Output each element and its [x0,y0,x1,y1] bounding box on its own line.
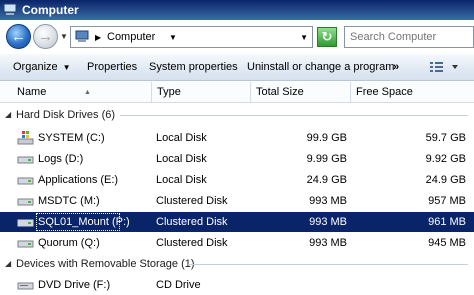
back-button[interactable]: ← [6,24,31,49]
drive-name: DVD Drive (F:) [38,279,111,291]
system-properties-button[interactable]: System properties [149,61,238,73]
drive-type: Local Disk [156,132,207,144]
drive-row[interactable]: MSDTC (M:) Clustered Disk 993 MB 957 MB [0,191,474,211]
drive-row[interactable]: Applications (E:) Local Disk 24.9 GB 24.… [0,170,474,190]
drive-free-space: 957 MB [428,195,466,207]
drive-free-space: 59.7 GB [425,132,466,144]
organize-label: Organize [13,61,58,73]
drive-type: Clustered Disk [156,216,228,228]
disk-drive-icon [17,177,34,185]
column-header-name[interactable]: Name ▲ [12,82,152,103]
views-icon[interactable] [428,59,462,75]
drive-free-space: 9.92 GB [425,153,466,165]
forward-button[interactable]: → [33,24,58,49]
drive-name: Logs (D:) [38,153,84,165]
chevron-down-icon: ▼ [62,63,71,72]
drive-name: Quorum (Q:) [38,237,100,249]
recent-pages-dropdown[interactable]: ▼ [60,32,68,41]
group-hard-disk-drives[interactable]: ◢ Hard Disk Drives (6) [0,105,474,125]
drive-total-size: 993 MB [309,216,347,228]
organize-menu[interactable]: Organize ▼ [13,61,71,73]
collapse-icon[interactable]: ◢ [5,110,11,119]
group-label: Hard Disk Drives (6) [16,109,116,121]
search-input[interactable] [345,27,473,47]
command-bar: Organize ▼ Properties System properties U… [0,54,474,81]
more-commands-button[interactable]: » [393,61,399,73]
drive-type: CD Drive [156,279,201,291]
group-divider [188,264,468,265]
disk-drive-icon [17,240,34,248]
column-header-type[interactable]: Type [152,82,251,103]
drive-type: Local Disk [156,174,207,186]
breadcrumb-separator-icon[interactable]: ▶ [95,33,101,42]
refresh-button[interactable]: ↻ [317,27,337,47]
drive-free-space: 961 MB [428,216,466,228]
forward-arrow-icon: → [38,28,53,45]
drive-list: ◢ Hard Disk Drives (6) SYSTEM (C:) Local… [0,103,474,295]
breadcrumb-computer[interactable]: Computer [107,31,155,43]
computer-icon [3,3,17,15]
drive-row[interactable]: SYSTEM (C:) Local Disk 99.9 GB 59.7 GB [0,128,474,148]
disk-drive-icon [17,156,34,164]
drive-free-space: 24.9 GB [425,174,466,186]
sort-ascending-icon: ▲ [84,89,91,96]
drive-name: MSDTC (M:) [38,195,100,207]
windows-drive-icon [17,131,34,145]
drive-type: Clustered Disk [156,195,228,207]
drive-total-size: 993 MB [309,237,347,249]
disk-drive-icon [17,219,34,227]
properties-button[interactable]: Properties [87,61,137,73]
drive-row[interactable]: Quorum (Q:) Clustered Disk 993 MB 945 MB [0,233,474,253]
address-bar[interactable]: ▶ Computer ▼ ▼ [70,26,313,48]
column-header-total-size[interactable]: Total Size [251,82,351,103]
computer-icon [75,30,89,42]
drive-name: Applications (E:) [38,174,119,186]
column-header-free-space[interactable]: Free Space [351,82,474,103]
breadcrumb-dropdown-icon[interactable]: ▼ [169,33,177,42]
drive-total-size: 993 MB [309,195,347,207]
drive-type: Local Disk [156,153,207,165]
group-removable-storage[interactable]: ◢ Devices with Removable Storage (1) [0,254,474,274]
group-divider [120,115,468,116]
group-label: Devices with Removable Storage (1) [16,258,195,270]
drive-row-selected[interactable]: SQL01_Mount (P:) Clustered Disk 993 MB 9… [0,212,474,232]
window-title: Computer [22,3,79,17]
drive-total-size: 9.99 GB [306,153,347,165]
refresh-icon: ↻ [321,29,333,44]
drive-row[interactable]: DVD Drive (F:) CD Drive [0,275,474,295]
uninstall-program-button[interactable]: Uninstall or change a program [247,61,394,73]
drive-total-size: 99.9 GB [306,132,347,144]
drive-total-size: 24.9 GB [306,174,347,186]
drive-name: SQL01_Mount (P:) [38,216,130,228]
search-box[interactable] [344,26,474,48]
drive-name: SYSTEM (C:) [38,132,105,144]
address-history-dropdown-icon[interactable]: ▼ [300,33,308,42]
address-row: ← → ▼ ▶ Computer ▼ ▼ ↻ [0,20,474,54]
drive-row[interactable]: Logs (D:) Local Disk 9.99 GB 9.92 GB [0,149,474,169]
back-arrow-icon: ← [11,28,26,45]
column-headers: Name ▲ Type Total Size Free Space [0,82,474,103]
drive-free-space: 945 MB [428,237,466,249]
collapse-icon[interactable]: ◢ [5,259,11,268]
title-bar: Computer [0,0,474,20]
disk-drive-icon [17,198,34,206]
dvd-drive-icon [17,282,34,290]
drive-type: Clustered Disk [156,237,228,249]
column-header-name-label: Name [17,86,47,98]
